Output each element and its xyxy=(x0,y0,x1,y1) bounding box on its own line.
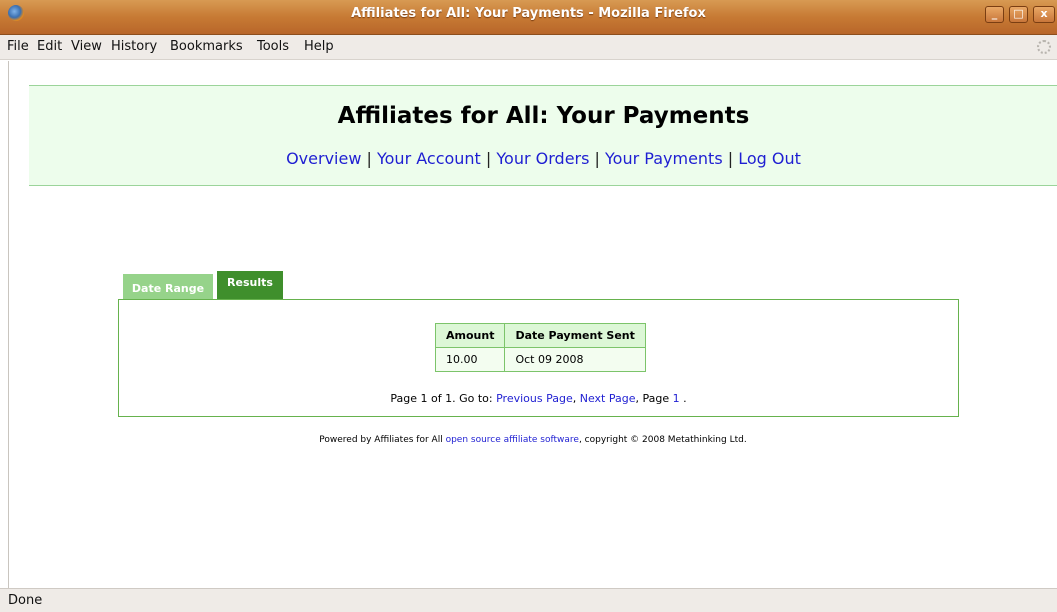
page-footer: Powered by Affiliates for All open sourc… xyxy=(9,435,1057,445)
menu-bar: File Edit View History Bookmarks Tools H… xyxy=(0,35,1057,60)
nav-your-account[interactable]: Your Account xyxy=(377,149,481,168)
footer-software-link[interactable]: open source affiliate software xyxy=(446,435,579,445)
previous-page-link[interactable]: Previous Page xyxy=(496,392,573,405)
status-bar: Done xyxy=(0,588,1057,612)
page-viewport[interactable]: Affiliates for All: Your Payments Overvi… xyxy=(8,61,1057,588)
pager-prefix: Page 1 of 1. Go to: xyxy=(390,392,497,405)
nav-your-orders[interactable]: Your Orders xyxy=(496,149,589,168)
nav-separator: | xyxy=(727,149,734,168)
nav-overview[interactable]: Overview xyxy=(286,149,361,168)
menu-history[interactable]: History xyxy=(111,39,157,54)
nav-separator: | xyxy=(485,149,492,168)
maximize-button[interactable]: □ xyxy=(1009,6,1028,23)
column-header-amount: Amount xyxy=(434,323,506,348)
minimize-button[interactable]: _ xyxy=(985,6,1004,23)
menu-view[interactable]: View xyxy=(71,39,102,54)
nav-separator: | xyxy=(366,149,372,168)
loading-throbber-icon xyxy=(1037,40,1051,54)
menu-bookmarks[interactable]: Bookmarks xyxy=(170,39,243,54)
results-panel: Amount Date Payment Sent 10.00 Oct 09 20… xyxy=(118,299,959,417)
menu-file[interactable]: File xyxy=(7,39,29,54)
pager-suffix: . xyxy=(679,392,687,405)
window-title: Affiliates for All: Your Payments - Mozi… xyxy=(351,6,706,21)
menu-help[interactable]: Help xyxy=(304,39,334,54)
column-header-date-payment-sent: Date Payment Sent xyxy=(504,323,646,348)
status-text: Done xyxy=(8,593,43,608)
nav-separator: | xyxy=(594,149,600,168)
close-button[interactable]: x xyxy=(1033,6,1055,23)
pager-mid: , Page xyxy=(635,392,673,405)
next-page-link[interactable]: Next Page xyxy=(580,392,636,405)
footer-copyright: , copyright © 2008 Metathinking Ltd. xyxy=(578,435,747,445)
footer-prefix: Powered by Affiliates for All xyxy=(319,435,446,445)
page-1-link[interactable]: 1 xyxy=(673,392,680,405)
page-title: Affiliates for All: Your Payments xyxy=(337,103,750,129)
pagination: Page 1 of 1. Go to: Previous Page, Next … xyxy=(119,392,958,405)
menu-edit[interactable]: Edit xyxy=(37,39,62,54)
payments-table: Amount Date Payment Sent 10.00 Oct 09 20… xyxy=(434,323,646,372)
cell-date-payment-sent: Oct 09 2008 xyxy=(504,347,646,372)
nav-your-payments[interactable]: Your Payments xyxy=(605,149,723,168)
nav-log-out[interactable]: Log Out xyxy=(738,149,801,168)
table-header-row: Amount Date Payment Sent xyxy=(434,323,646,348)
table-row: 10.00 Oct 09 2008 xyxy=(434,347,646,372)
page-header: Affiliates for All: Your Payments Overvi… xyxy=(29,85,1057,186)
tab-date-range[interactable]: Date Range xyxy=(123,274,213,300)
cell-amount: 10.00 xyxy=(434,347,506,372)
window-title-bar[interactable]: Affiliates for All: Your Payments - Mozi… xyxy=(0,0,1057,35)
tab-results[interactable]: Results xyxy=(217,271,283,300)
main-nav: Overview | Your Account | Your Orders | … xyxy=(29,149,1057,168)
menu-tools[interactable]: Tools xyxy=(257,39,289,54)
pager-comma: , xyxy=(572,392,580,405)
